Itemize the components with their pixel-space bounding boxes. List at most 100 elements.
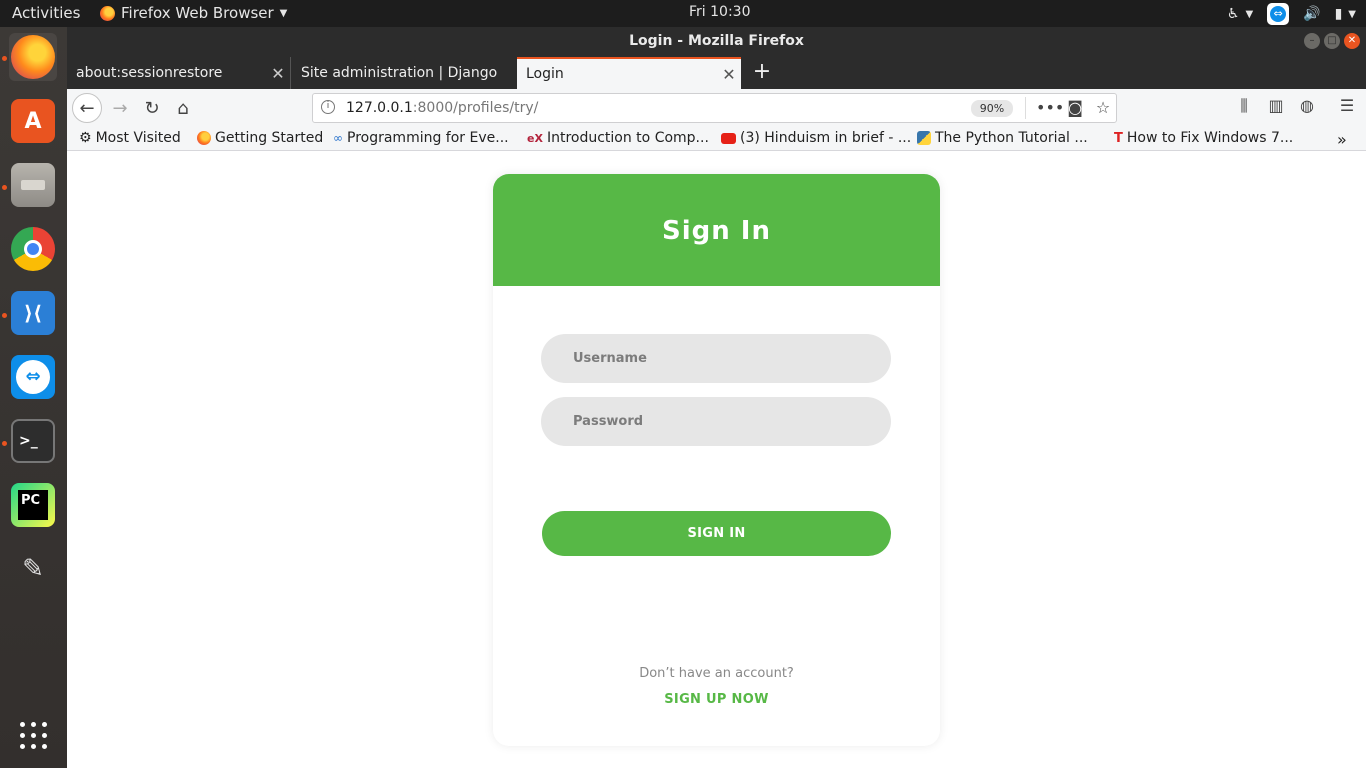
app-menu-label: Firefox Web Browser: [121, 4, 274, 22]
accessibility-icon[interactable]: ♿: [1227, 6, 1240, 22]
bookmark-most-visited[interactable]: ⚙ Most Visited: [79, 130, 181, 146]
window-title: Login - Mozilla Firefox: [629, 33, 804, 49]
url-text[interactable]: 127.0.0.1:8000/profiles/try/: [346, 100, 538, 116]
login-card: Sign In SIGN IN Don’t have an account? S…: [493, 174, 940, 746]
reload-button[interactable]: ↻: [138, 95, 166, 121]
bookmark-label: Programming for Eve...: [347, 130, 509, 146]
login-card-header: Sign In: [493, 174, 940, 286]
vscode-icon: ⟩⟨: [11, 291, 55, 335]
activities-button[interactable]: Activities: [12, 4, 80, 22]
site-info-icon[interactable]: i: [321, 100, 335, 114]
sign-up-link[interactable]: SIGN UP NOW: [493, 692, 940, 707]
file-cabinet-icon: [11, 163, 55, 207]
home-icon: ⌂: [177, 97, 189, 119]
bookmark-label: Most Visited: [95, 130, 181, 146]
bookmark-getting-started[interactable]: Getting Started: [197, 130, 323, 146]
teamviewer-tray-icon[interactable]: ⇔: [1267, 3, 1290, 25]
app-menu[interactable]: Firefox Web Browser ▼: [100, 4, 287, 22]
edx-icon: eX: [527, 131, 543, 145]
page-title: Sign In: [662, 216, 771, 246]
running-indicator: [2, 441, 7, 446]
library-icon[interactable]: ⫼: [1233, 96, 1255, 116]
tab-django-admin[interactable]: Site administration | Django: [292, 57, 516, 89]
t-icon: T: [1114, 130, 1123, 146]
tab-strip: about:sessionrestore ✕ Site administrati…: [67, 55, 1366, 89]
close-icon[interactable]: ✕: [717, 65, 741, 84]
back-button[interactable]: ←: [71, 92, 103, 124]
bookmarks-overflow-button[interactable]: »: [1337, 130, 1347, 149]
battery-icon[interactable]: ▮: [1335, 6, 1343, 22]
page-content: Sign In SIGN IN Don’t have an account? S…: [67, 152, 1366, 768]
page-actions-icon[interactable]: •••: [1036, 98, 1064, 117]
bookmark-python-tutorial[interactable]: The Python Tutorial ...: [917, 130, 1088, 146]
window-titlebar[interactable]: Login - Mozilla Firefox – □ ✕: [67, 27, 1366, 55]
dock-ubuntu-software[interactable]: A: [9, 97, 57, 145]
home-button[interactable]: ⌂: [169, 95, 197, 121]
minimize-button[interactable]: –: [1304, 33, 1320, 49]
menu-icon[interactable]: ☰: [1336, 96, 1358, 115]
chevron-down-icon: ▼: [279, 7, 288, 19]
dock-draw-app[interactable]: ✎: [9, 545, 57, 593]
show-applications-button[interactable]: [9, 711, 57, 759]
dock: A ⟩⟨ ⇔ >_ PC ✎: [0, 27, 67, 768]
forward-button[interactable]: →: [106, 95, 134, 121]
tab-session-restore[interactable]: about:sessionrestore ✕: [67, 57, 291, 89]
new-tab-button[interactable]: +: [747, 59, 777, 87]
close-window-button[interactable]: ✕: [1344, 33, 1360, 49]
chevron-down-icon: ▼: [1245, 8, 1254, 20]
bookmark-hinduism[interactable]: (3) Hinduism in brief - ...: [721, 130, 911, 146]
bookmark-label: Getting Started: [215, 130, 324, 146]
tab-label: Login: [526, 66, 564, 82]
volume-icon[interactable]: 🔊: [1303, 6, 1320, 22]
url-path: :8000/profiles/try/: [412, 100, 539, 116]
bookmark-label: How to Fix Windows 7...: [1126, 130, 1294, 146]
sync-icon[interactable]: ◍: [1296, 96, 1318, 115]
gear-icon: ⚙: [79, 130, 92, 146]
tab-label: about:sessionrestore: [76, 65, 223, 81]
maximize-button[interactable]: □: [1324, 33, 1340, 49]
zoom-indicator[interactable]: 90%: [971, 100, 1013, 117]
youtube-icon: [721, 132, 736, 144]
pocket-icon[interactable]: ◙: [1065, 98, 1085, 117]
sidebar-icon[interactable]: ▥: [1265, 96, 1287, 115]
pycharm-icon: PC: [11, 483, 55, 527]
close-icon[interactable]: ✕: [266, 64, 290, 83]
sign-in-button[interactable]: SIGN IN: [542, 511, 891, 556]
bookmark-intro-comp[interactable]: eX Introduction to Comp...: [527, 130, 709, 146]
reload-icon: ↻: [144, 97, 160, 119]
dock-firefox[interactable]: [9, 33, 57, 81]
firefox-icon: [197, 131, 211, 145]
back-arrow-icon: ←: [72, 93, 102, 123]
double-chevron-right-icon: »: [1337, 130, 1347, 149]
username-input[interactable]: [541, 334, 891, 383]
url-bar[interactable]: i 127.0.0.1:8000/profiles/try/ 90% ••• ◙…: [312, 93, 1117, 123]
no-account-text: Don’t have an account?: [639, 666, 794, 681]
teamviewer-icon: ⇔: [11, 355, 55, 399]
bookmark-label: Introduction to Comp...: [546, 130, 709, 146]
chrome-icon: [11, 227, 55, 271]
python-icon: [917, 131, 931, 145]
dock-teamviewer[interactable]: ⇔: [9, 353, 57, 401]
dock-files[interactable]: [9, 161, 57, 209]
firefox-icon: [11, 35, 55, 79]
clock[interactable]: Fri 10:30: [689, 4, 750, 20]
running-indicator: [2, 185, 7, 190]
bookmark-star-icon[interactable]: ☆: [1093, 98, 1113, 117]
tab-login[interactable]: Login ✕: [517, 57, 741, 89]
running-indicator: [2, 313, 7, 318]
dock-terminal[interactable]: >_: [9, 417, 57, 465]
bookmark-label: (3) Hinduism in brief - ...: [740, 130, 912, 146]
forward-arrow-icon: →: [112, 97, 128, 119]
dock-vscode[interactable]: ⟩⟨: [9, 289, 57, 337]
system-tray[interactable]: ♿ ▼ ⇔ 🔊 ▮ ▼: [1227, 3, 1356, 25]
bookmark-programming[interactable]: ∞ Programming for Eve...: [333, 130, 509, 146]
coursera-icon: ∞: [333, 131, 343, 145]
dock-chrome[interactable]: [9, 225, 57, 273]
password-input[interactable]: [541, 397, 891, 446]
url-host: 127.0.0.1: [346, 100, 413, 116]
running-indicator: [2, 56, 7, 61]
app-grid-icon: [19, 721, 47, 749]
dock-pycharm[interactable]: PC: [9, 481, 57, 529]
tab-label: Site administration | Django: [301, 65, 498, 81]
bookmark-fix-windows[interactable]: T How to Fix Windows 7...: [1114, 130, 1293, 146]
